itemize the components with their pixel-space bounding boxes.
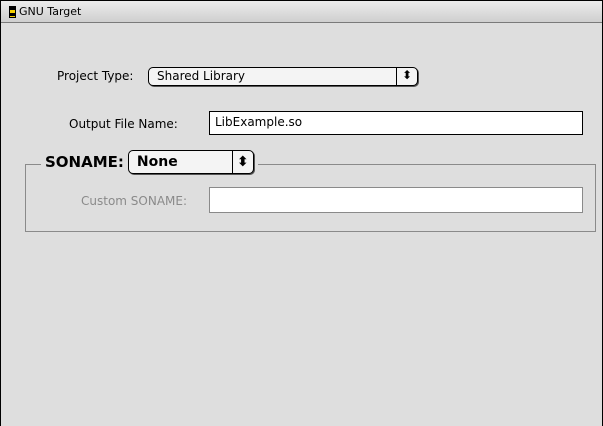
soname-label: SONAME: bbox=[45, 153, 124, 171]
project-type-value: Shared Library bbox=[157, 69, 246, 83]
project-type-popup[interactable]: Shared Library ⬍ bbox=[148, 67, 418, 86]
custom-soname-field[interactable] bbox=[209, 187, 583, 213]
title-bar: GNU Target bbox=[1, 1, 602, 23]
soname-value: None bbox=[136, 154, 178, 170]
target-settings-panel: GNU Target Project Type: Shared Library … bbox=[0, 0, 603, 426]
output-file-name-label: Output File Name: bbox=[69, 117, 178, 131]
output-file-name-field[interactable]: LibExample.so bbox=[209, 111, 583, 135]
window-title: GNU Target bbox=[19, 5, 82, 18]
popup-arrows-icon: ⬍ bbox=[231, 151, 253, 173]
popup-arrows-icon: ⬍ bbox=[396, 68, 417, 85]
soname-popup[interactable]: None ⬍ bbox=[127, 150, 254, 174]
custom-soname-label: Custom SONAME: bbox=[81, 194, 188, 208]
soname-group-title: SONAME: None ⬍ bbox=[41, 148, 258, 176]
project-type-label: Project Type: bbox=[57, 69, 134, 83]
gnu-target-icon bbox=[9, 6, 16, 18]
